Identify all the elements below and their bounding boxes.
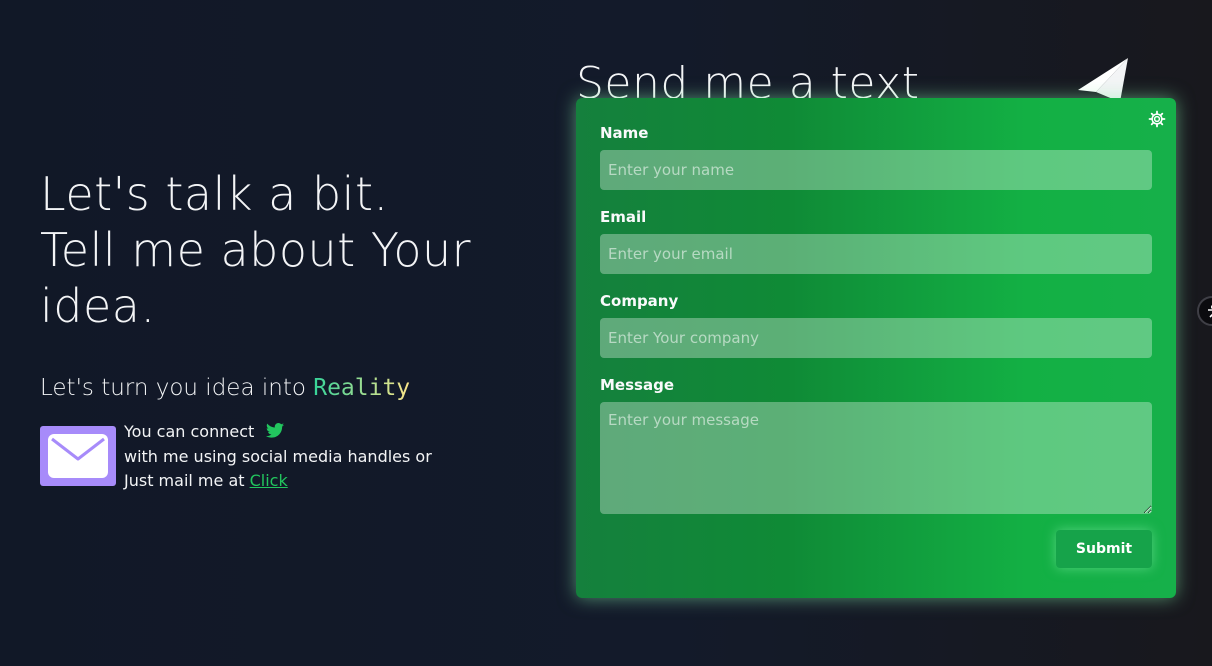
company-label: Company (600, 292, 679, 310)
message-label: Message (600, 376, 674, 394)
hero-headline: Let's talk a bit. Tell me about Your ide… (40, 166, 540, 334)
contact-line-1-text: You can connect (124, 422, 255, 441)
email-label: Email (600, 208, 647, 226)
contact-line-1: You can connect (124, 420, 432, 445)
gear-icon[interactable] (1148, 110, 1166, 132)
mail-icon (40, 426, 116, 486)
tagline-highlight: Reality (313, 375, 411, 401)
name-label: Name (600, 124, 649, 142)
hero-tagline: Let's turn you idea into Reality (40, 372, 540, 404)
contact-text: You can connect with me using social med… (124, 420, 432, 493)
mail-link[interactable]: Click (250, 471, 288, 490)
contact-line-3: Just mail me at Click (124, 469, 432, 493)
contact-line-2: with me using social media handles or (124, 446, 432, 466)
contact-form-card: Name Email Company Message Submit (576, 98, 1176, 598)
tagline-text: Let's turn you idea into (40, 375, 314, 401)
hero-line-2: Tell me about Your (40, 223, 472, 277)
email-field[interactable] (600, 234, 1152, 274)
hero-line-1: Let's talk a bit. (40, 167, 389, 221)
submit-button[interactable]: Submit (1056, 530, 1152, 568)
name-field[interactable] (600, 150, 1152, 190)
accessibility-widget-icon[interactable] (1197, 296, 1212, 326)
contact-line-3-text: Just mail me at (124, 470, 250, 490)
company-field[interactable] (600, 318, 1152, 358)
twitter-icon[interactable] (266, 421, 285, 445)
hero-section: Let's talk a bit. Tell me about Your ide… (40, 166, 540, 404)
hero-line-3: idea. (40, 279, 156, 333)
message-field[interactable] (600, 402, 1152, 514)
